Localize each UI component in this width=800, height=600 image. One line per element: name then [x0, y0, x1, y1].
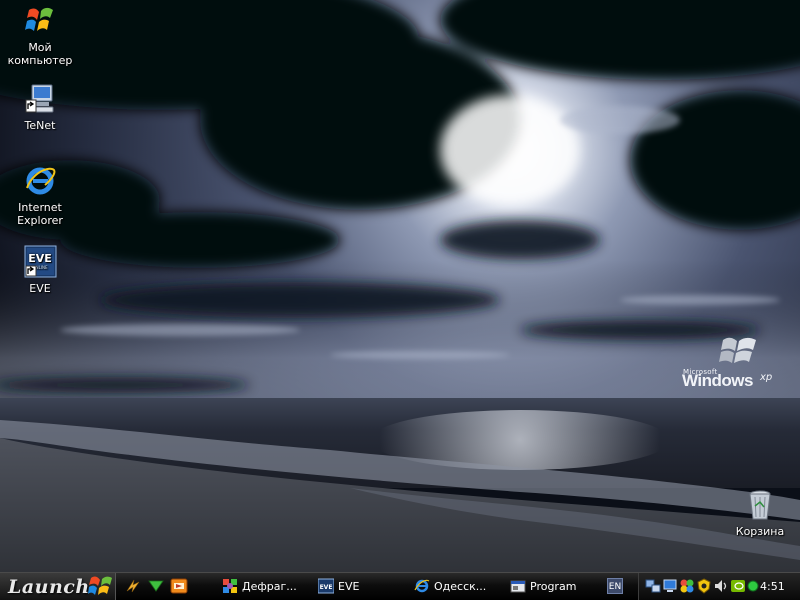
desktop-icon-eve[interactable]: EVE ONLINE EVE [1, 245, 79, 295]
desktop-icon-tenet[interactable]: TeNet [1, 82, 79, 132]
volume-icon[interactable] [713, 578, 729, 594]
media-icon [170, 578, 188, 594]
windows-flag-icon [23, 4, 57, 38]
eve-online-icon: EVE [318, 578, 334, 594]
green-status-icon[interactable] [745, 578, 761, 594]
eve-online-icon: EVE ONLINE [23, 245, 57, 279]
quick-launch-media[interactable] [170, 577, 188, 595]
desktop-icon-label: Мой компьютер [7, 41, 73, 67]
antivirus-icon[interactable] [696, 578, 712, 594]
taskbar-button-label: Дефраг... [242, 580, 297, 593]
taskbar-button-label: EVE [338, 580, 360, 593]
lightning-icon [126, 579, 140, 593]
taskbar-button-program[interactable]: Program [506, 575, 596, 598]
program-window-icon [510, 578, 526, 594]
desktop-icon-my-computer[interactable]: Мой компьютер [1, 4, 79, 67]
desktop-icon-label: Корзина [735, 525, 785, 538]
windows-flag-icon [88, 576, 112, 595]
desktop-icon-label: Internet Explorer [17, 201, 63, 227]
logo-xp-text: xp [760, 372, 773, 383]
start-button[interactable]: Launch [0, 573, 116, 600]
logo-windows-text: Windows [682, 371, 753, 390]
color-wheel-icon[interactable] [679, 578, 695, 594]
taskbar-button-defrag[interactable]: Дефраг... [218, 575, 308, 598]
download-arrow-icon [148, 580, 164, 592]
windows-xp-logo: Microsoft Windows xp [681, 334, 791, 394]
taskbar-button-label: Program [530, 580, 577, 593]
nvidia-icon[interactable] [730, 578, 746, 594]
internet-explorer-icon [414, 578, 430, 594]
quick-launch-lightning[interactable] [124, 577, 142, 595]
start-button-label: Launch [8, 576, 90, 598]
desktop-icon-internet-explorer[interactable]: Internet Explorer [1, 164, 79, 227]
monitor-icon[interactable] [662, 578, 678, 594]
taskbar-button-label: Одесск... [434, 580, 487, 593]
language-indicator[interactable]: EN [607, 578, 623, 594]
defrag-icon [222, 578, 238, 594]
desktop-icon-label: TeNet [24, 119, 56, 132]
svg-text:EVE: EVE [320, 584, 333, 591]
svg-text:EVE: EVE [28, 252, 52, 265]
taskbar-button-eve[interactable]: EVE EVE [314, 575, 404, 598]
internet-explorer-icon [23, 164, 57, 198]
taskbar-button-odessk[interactable]: Одесск... [410, 575, 500, 598]
desktop-wallpaper [0, 0, 800, 572]
network-computer-icon [23, 82, 57, 116]
network-icon[interactable] [645, 578, 661, 594]
desktop-icon-recycle-bin[interactable]: Корзина [721, 488, 799, 538]
taskbar: Launch Дефраг... EVE EVE Одесск... Progr… [0, 572, 800, 600]
quick-launch-download[interactable] [147, 577, 165, 595]
windows-logo-flag-icon [719, 337, 756, 363]
recycle-bin-icon [743, 488, 777, 522]
desktop-icon-label: EVE [29, 282, 51, 295]
clock[interactable]: 4:51 [760, 573, 785, 600]
